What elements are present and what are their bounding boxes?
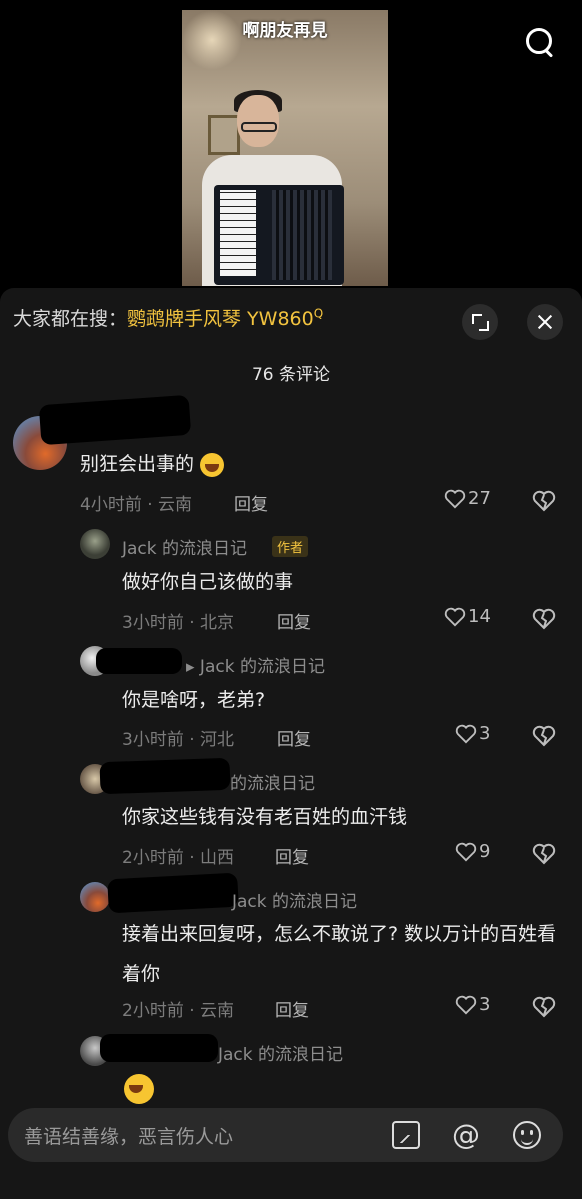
username[interactable]: ▸ Jack 的流浪日记 (186, 652, 325, 677)
avatar[interactable] (80, 529, 110, 559)
search-icon[interactable] (522, 24, 560, 62)
redacted-username (107, 872, 239, 914)
search-suggestion[interactable]: 大家都在搜：鹦鹉牌手风琴 YW860Q (13, 304, 323, 331)
comment-count: 76 条评论 (251, 365, 331, 385)
comment-meta: 4小时前 · 云南 (80, 495, 193, 515)
reply-button[interactable]: 回复 (275, 996, 309, 1021)
video-title: 啊朋友再見 (242, 21, 328, 41)
comment-text: 接着出来回复呀，怎么不敢说了? 数以万计的百姓看着你 (122, 923, 557, 985)
image-icon[interactable] (392, 1121, 420, 1149)
comment-emoji (124, 1074, 154, 1104)
video-thumbnail[interactable]: 啊朋友再見 (182, 10, 388, 286)
like-button[interactable]: 14 (444, 606, 491, 627)
redacted-username (38, 394, 192, 446)
like-button[interactable]: 9 (455, 841, 490, 862)
comment-meta: 2小时前 · 云南 (122, 1001, 235, 1021)
like-button[interactable]: 27 (444, 488, 491, 509)
redacted-username (96, 648, 182, 674)
comment-text: 你家这些钱有没有老百姓的血汗钱 (122, 806, 408, 828)
comment-input[interactable]: 善语结善缘，恶言伤人心 (24, 1122, 233, 1149)
broken-heart-icon[interactable] (532, 608, 556, 630)
expand-button[interactable] (462, 304, 498, 340)
comment-text: 做好你自己该做的事 (122, 571, 294, 593)
username[interactable]: Jack 的流浪日记 (122, 534, 247, 559)
comment-input-bar[interactable]: 善语结善缘，恶言伤人心 @ (8, 1108, 563, 1162)
comment-meta: 3小时前 · 河北 (122, 730, 235, 750)
comment-meta: 2小时前 · 山西 (122, 848, 235, 868)
close-button[interactable] (527, 304, 563, 340)
like-button[interactable]: 3 (455, 723, 490, 744)
heart-icon (455, 995, 477, 1015)
redacted-username (99, 757, 231, 795)
comment-panel: 大家都在搜：鹦鹉牌手风琴 YW860Q 76 条评论 别狂会出事的 4小时前 ·… (0, 288, 582, 1199)
heart-icon (455, 724, 477, 744)
at-icon[interactable]: @ (452, 1121, 480, 1149)
accordion-bellows (272, 190, 332, 280)
heart-icon (444, 607, 466, 627)
avatar[interactable] (80, 882, 110, 912)
suggestion-term[interactable]: 鹦鹉牌手风琴 YW860 (127, 308, 314, 330)
broken-heart-icon[interactable] (532, 843, 556, 865)
accordion-keys (220, 190, 256, 276)
grin-emoji-icon (124, 1074, 154, 1104)
username[interactable]: Jack 的流浪日记 (218, 1040, 343, 1065)
username[interactable]: 的流浪日记 (230, 769, 315, 794)
laughing-emoji-icon (200, 452, 225, 477)
redacted-username (100, 1034, 218, 1062)
comment-meta: 3小时前 · 北京 (122, 613, 235, 633)
author-badge: 作者 (272, 536, 309, 557)
suggestion-prefix: 大家都在搜： (13, 308, 128, 330)
like-button[interactable]: 3 (455, 994, 490, 1015)
comment-text: 你是啥呀，老弟? (122, 689, 266, 711)
broken-heart-icon[interactable] (532, 725, 556, 747)
reply-button[interactable]: 回复 (277, 608, 311, 633)
username[interactable]: Jack 的流浪日记 (232, 887, 357, 912)
comment-text: 别狂会出事的 (80, 444, 520, 484)
emoji-icon[interactable] (513, 1121, 541, 1149)
reply-button[interactable]: 回复 (234, 490, 268, 515)
person-glasses (241, 122, 277, 132)
wall-picture (208, 115, 240, 155)
heart-icon (444, 489, 466, 509)
suggestion-search-icon: Q (313, 306, 324, 321)
broken-heart-icon[interactable] (532, 996, 556, 1018)
heart-icon (455, 842, 477, 862)
reply-button[interactable]: 回复 (277, 725, 311, 750)
reply-button[interactable]: 回复 (275, 843, 309, 868)
person-head (237, 95, 279, 147)
broken-heart-icon[interactable] (532, 490, 556, 512)
